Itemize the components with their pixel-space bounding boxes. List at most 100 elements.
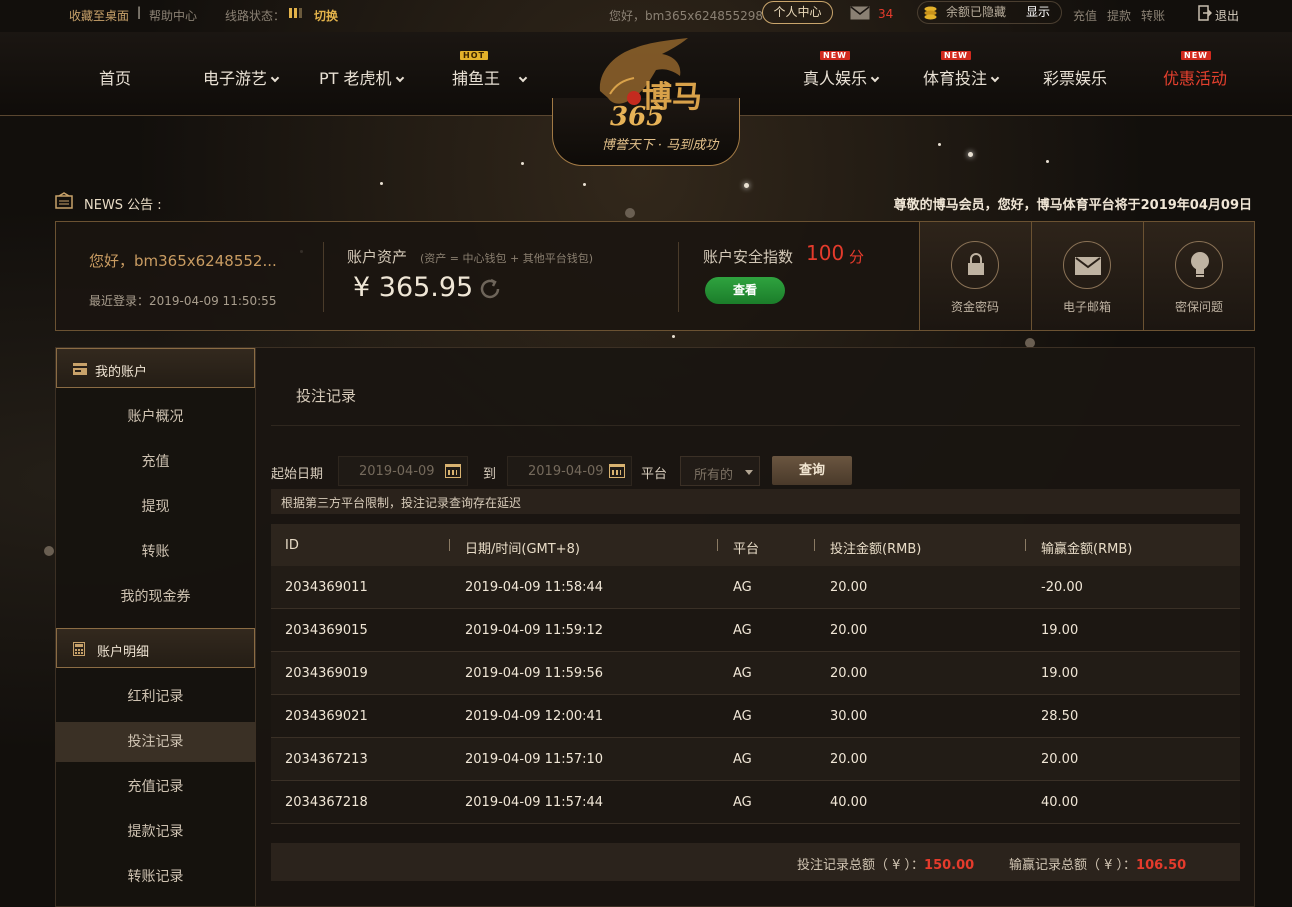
table-row: 2034369021 2019-04-09 12:00:41 AG 30.00 28.5… [271,695,1240,738]
nav-egames[interactable]: 电子游艺 [203,65,280,89]
table-row: 2034369015 2019-04-09 11:59:12 AG 20.00 19.0… [271,609,1240,652]
circle-frame [1063,241,1111,289]
delay-notice: 根据第三方平台限制，投注记录查询存在延迟 [271,489,1240,514]
column-divider [814,539,815,551]
calculator-icon [73,642,85,656]
chevron-down-icon [395,73,404,83]
help-link[interactable]: 帮助中心 [149,7,197,24]
star-decor [521,162,524,165]
logout-link[interactable]: 退出 [1215,7,1239,24]
sidebar-item-transfer[interactable]: 转账 [56,532,255,572]
cell-id: 2034369011 [285,580,368,595]
bets-table: ID 日期/时间(GMT+8) 平台 投注金额(RMB) 输赢金额(RMB) 2… [271,524,1240,824]
sidebar-header-my-account[interactable]: 我的账户 [56,348,255,388]
transfer-link[interactable]: 转账 [1141,7,1165,24]
fund-password-label: 资金密码 [950,300,999,314]
security-question-item[interactable]: 密保问题 [1143,222,1254,330]
view-security-button[interactable]: 查看 [705,277,785,304]
account-hello: 您好，bm365x6248552... [89,252,277,270]
show-balance-link[interactable]: 显示 [1026,2,1050,23]
deposit-link[interactable]: 充值 [1073,7,1097,24]
last-login: 最近登录：2019-04-09 11:50:55 [89,294,277,308]
security-question-label: 密保问题 [1174,300,1223,314]
fund-password-item[interactable]: 资金密码 [919,222,1031,330]
chevron-down-icon [270,73,280,83]
balance-box: 余额已隐藏 显示 [917,1,1062,24]
sidebar-item-bets[interactable]: 投注记录 [56,722,255,762]
nav-lottery[interactable]: 彩票娱乐 [1043,65,1107,89]
cell-datetime: 2019-04-09 11:58:44 [465,580,604,595]
cell-win-amount: 20.00 [1041,752,1079,767]
chevron-down-icon [990,73,1000,83]
sidebar-item-coupons[interactable]: 我的现金券 [56,577,255,617]
star-decor [44,546,54,556]
calendar-icon[interactable] [445,464,461,478]
sidebar-item-overview[interactable]: 账户概况 [56,397,255,437]
sidebar-item-deposit[interactable]: 充值 [56,442,255,482]
table-row: 2034369019 2019-04-09 11:59:56 AG 20.00 19.0… [271,652,1240,695]
divider [678,242,679,312]
star-decor [625,208,635,218]
coins-icon [924,6,937,20]
col-header-platform: 平台 [733,542,760,557]
personal-center-button[interactable]: 个人中心 [762,1,833,24]
email-item[interactable]: 电子邮箱 [1031,222,1143,330]
cell-bet-amount: 20.00 [830,752,868,767]
news-ticker[interactable]: 尊敬的博马会员，您好，博马体育平台将于2019年04月09日 [894,194,1252,213]
sidebar-item-transfer-records[interactable]: 转账记录 [56,857,255,897]
switch-line-link[interactable]: 切换 [314,7,338,24]
col-header-win-amount: 输赢金额(RMB) [1041,542,1133,557]
mail-icon[interactable] [850,6,870,20]
star-decor [744,183,749,188]
nav-fishing[interactable]: 捕鱼王 [452,65,528,89]
cell-datetime: 2019-04-09 11:57:10 [465,752,604,767]
bet-total-value: 150.00 [924,858,975,873]
bookmark-link[interactable]: 收藏至桌面 [69,7,129,24]
sidebar-item-bonus[interactable]: 红利记录 [56,677,255,717]
platform-selected-value: 所有的 [694,468,734,483]
security-label: 账户安全指数 [703,248,794,266]
cell-platform: AG [733,709,752,724]
sidebar-header-details[interactable]: 账户明细 [56,628,255,668]
refresh-icon[interactable] [478,277,502,301]
sidebar-item-withdraw-records[interactable]: 提款记录 [56,812,255,852]
sidebar-header-label: 我的账户 [95,365,148,380]
cell-id: 2034369021 [285,709,368,724]
nav-promo[interactable]: 优惠活动 [1163,65,1227,89]
envelope-icon [1075,257,1101,275]
withdraw-link[interactable]: 提款 [1107,7,1131,24]
nav-home[interactable]: 首页 [99,65,131,89]
query-button[interactable]: 查询 [772,456,852,485]
cell-platform: AG [733,795,752,810]
col-header-bet-amount: 投注金额(RMB) [830,542,922,557]
platform-select[interactable]: 所有的 [680,456,760,486]
end-date-value: 2019-04-09 [528,464,604,479]
cell-id: 2034369015 [285,623,368,638]
cell-id: 2034367213 [285,752,368,767]
cell-bet-amount: 20.00 [830,666,868,681]
star-decor [583,183,586,186]
lock-icon [968,253,984,275]
nav-sports[interactable]: 体育投注 [923,65,1000,89]
line-status-label: 线路状态： [225,9,286,23]
brand-logo[interactable]: 博马 365 [590,36,720,136]
column-divider [1025,539,1026,551]
nav-pt-slots-label: PT 老虎机 [319,69,392,88]
sidebar-item-withdraw[interactable]: 提现 [56,487,255,527]
logout-icon[interactable] [1198,5,1212,21]
nav-egames-label: 电子游艺 [203,69,268,88]
win-total-label: 输赢记录总额（ ¥ ）： [1009,858,1137,873]
security-score: 100 [806,241,845,265]
calendar-icon[interactable] [609,464,625,478]
new-badge: NEW [820,51,850,60]
nav-pt-slots[interactable]: PT 老虎机 [319,65,404,89]
cell-platform: AG [733,580,752,595]
start-date-label: 起始日期 [271,467,324,482]
sidebar-item-deposit-records[interactable]: 充值记录 [56,767,255,807]
nav-live[interactable]: 真人娱乐 [803,65,880,89]
lightbulb-icon [1191,252,1209,277]
end-date-input[interactable]: 2019-04-09 [507,456,632,486]
cell-win-amount: 19.00 [1041,623,1079,638]
start-date-input[interactable]: 2019-04-09 [338,456,468,486]
col-header-id: ID [285,538,299,553]
